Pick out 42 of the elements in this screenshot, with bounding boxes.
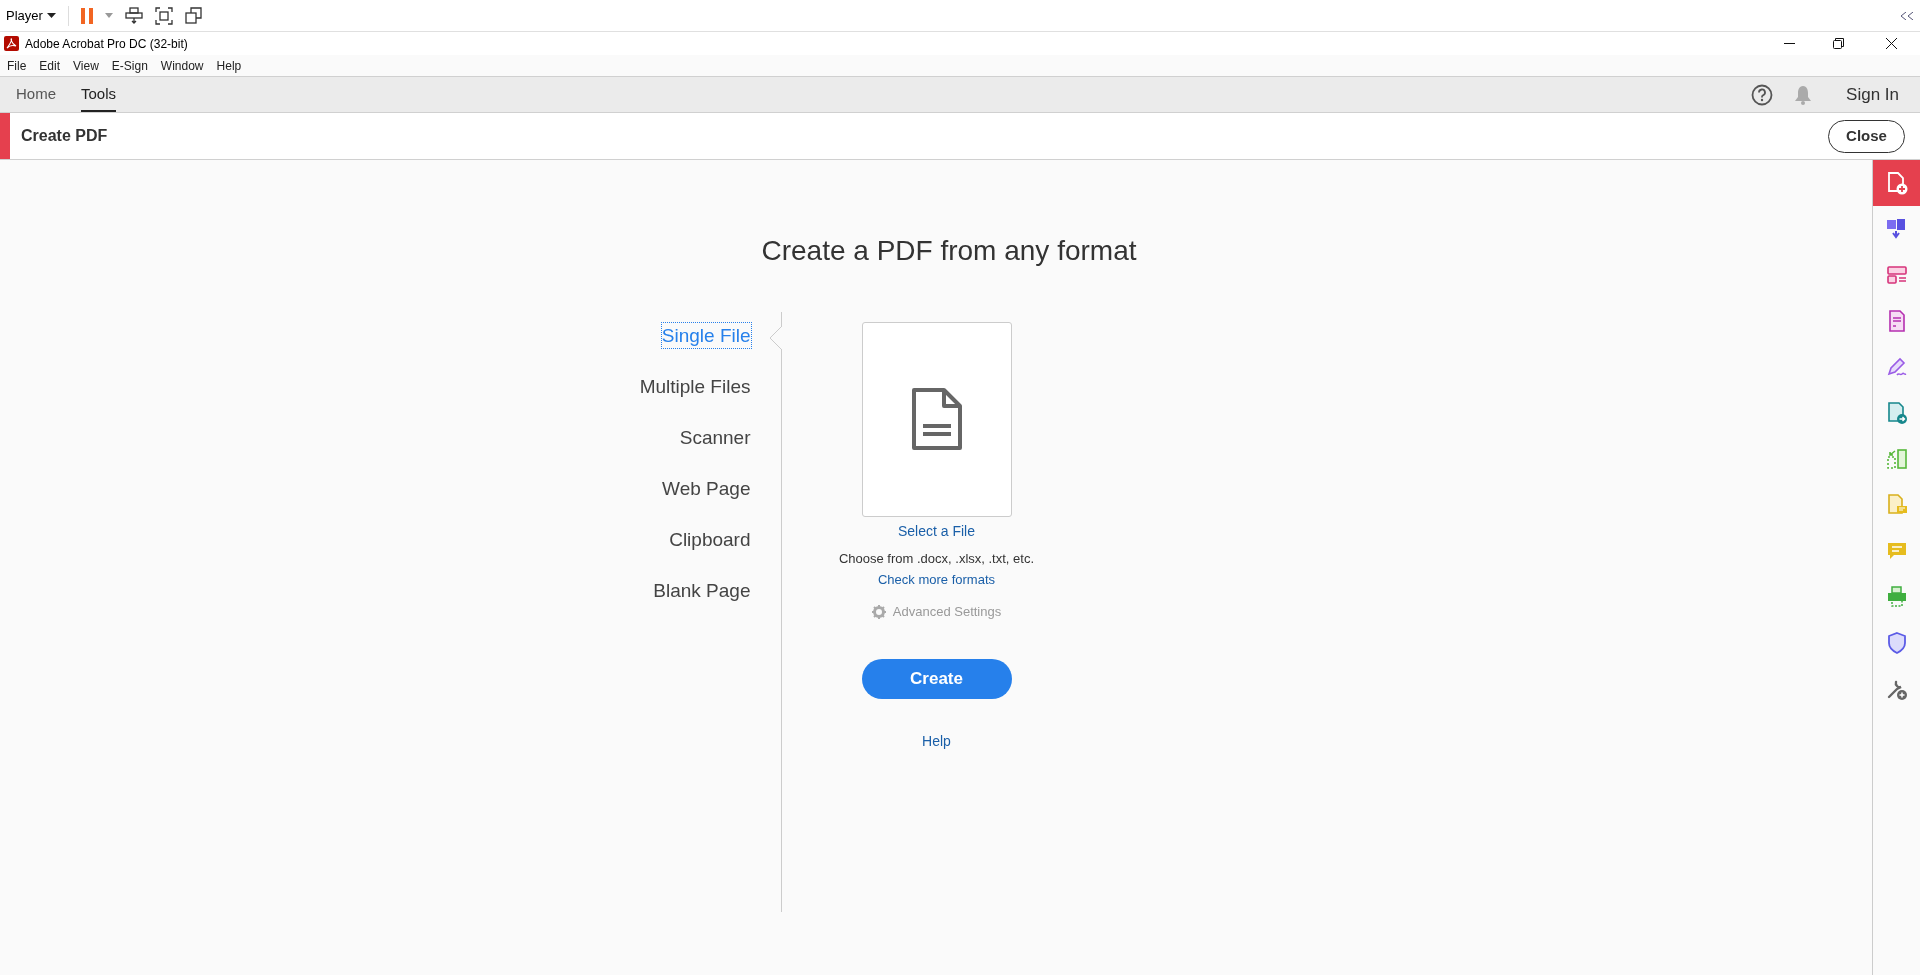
player-menu[interactable]: Player xyxy=(6,5,43,26)
send-keys-icon[interactable] xyxy=(124,7,143,24)
app-logo-icon xyxy=(4,36,19,51)
tool-title: Create PDF xyxy=(21,126,108,146)
sign-in-button[interactable]: Sign In xyxy=(1846,81,1899,108)
create-button[interactable]: Create xyxy=(861,658,1012,699)
source-option[interactable]: Web Page xyxy=(662,476,751,501)
help-link[interactable]: Help xyxy=(922,730,951,752)
source-option[interactable]: Clipboard xyxy=(669,527,751,552)
source-option[interactable]: Multiple Files xyxy=(639,374,751,399)
pause-icon[interactable] xyxy=(80,7,93,24)
file-drop-card[interactable] xyxy=(861,322,1012,517)
source-option[interactable]: Single File xyxy=(661,323,751,348)
windows-icon[interactable] xyxy=(184,7,202,24)
restore-icon[interactable] xyxy=(1833,38,1844,49)
layout-icon xyxy=(1884,263,1909,287)
compare-panels-icon xyxy=(1884,447,1909,471)
tool-rail-button[interactable] xyxy=(1873,160,1920,206)
check-formats-link[interactable]: Check more formats xyxy=(877,569,995,589)
caret-icon xyxy=(46,13,56,18)
menu-item[interactable]: E-Sign xyxy=(111,56,148,75)
gear-icon xyxy=(871,604,886,619)
menu-item[interactable]: Edit xyxy=(39,56,61,75)
select-file-link[interactable]: Select a File xyxy=(897,521,975,542)
nav-tab[interactable]: Home xyxy=(16,77,56,112)
collapse-icon[interactable] xyxy=(1900,11,1914,20)
close-button[interactable]: Close xyxy=(1828,119,1905,153)
menu-item[interactable]: Window xyxy=(160,56,204,75)
menu-item[interactable]: View xyxy=(73,56,99,75)
fullscreen-icon[interactable] xyxy=(154,6,173,25)
source-option[interactable]: Blank Page xyxy=(653,578,751,603)
window-title: Adobe Acrobat Pro DC (32-bit) xyxy=(25,35,188,53)
caret-icon[interactable] xyxy=(104,13,113,18)
active-tool-marker xyxy=(0,113,10,159)
close-icon[interactable] xyxy=(1886,38,1897,49)
help-icon[interactable] xyxy=(1751,83,1774,106)
source-option[interactable]: Scanner xyxy=(679,425,751,450)
menu-item[interactable]: File xyxy=(7,56,27,75)
menu-item[interactable]: Help xyxy=(216,56,242,75)
format-hint: Choose from .docx, .xlsx, .txt, etc. xyxy=(838,550,1035,568)
page-heading: Create a PDF from any format xyxy=(761,234,1137,268)
minimize-icon[interactable] xyxy=(1784,42,1795,45)
